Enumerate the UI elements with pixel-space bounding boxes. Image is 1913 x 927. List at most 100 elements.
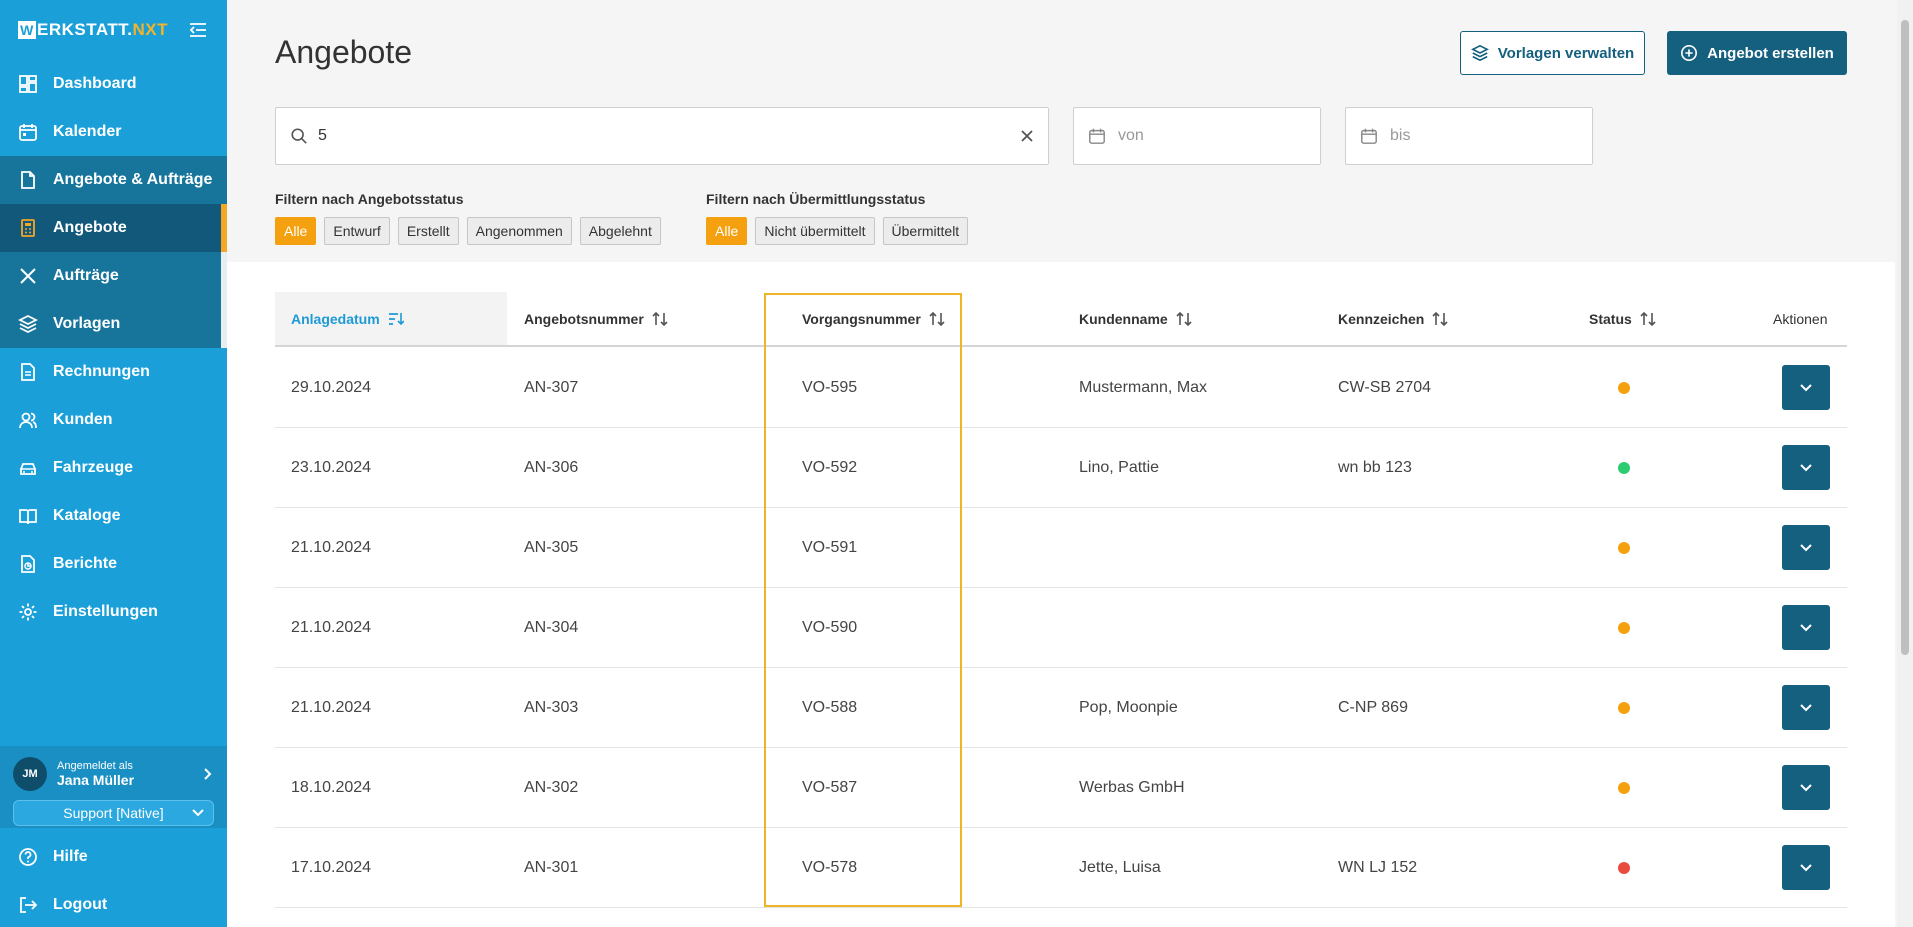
nav-item-fahrzeuge[interactable]: Fahrzeuge: [0, 444, 227, 492]
user-profile[interactable]: JM Angemeldet als Jana Müller: [13, 754, 214, 794]
calendar-icon: [1089, 128, 1105, 144]
report-icon: [21, 555, 35, 573]
manage-templates-label: Vorlagen verwalten: [1497, 44, 1635, 62]
row-actions-button[interactable]: [1782, 685, 1830, 730]
cell-anlagedatum: 21.10.2024: [291, 699, 372, 716]
help-icon: [19, 848, 37, 866]
cell-vorgangsnummer: VO-595: [802, 379, 858, 396]
nav-item-berichte[interactable]: Berichte: [0, 540, 227, 588]
table-row: 21.10.2024 AN-303 VO-588 Pop, Moonpie C-NP 8…: [275, 668, 1847, 748]
chevron-right-icon[interactable]: [202, 767, 214, 781]
date-from-field: [1073, 107, 1321, 165]
sidebar: W ERKSTATT. NXT Dashboard Kalender Angebot…: [0, 0, 227, 927]
row-actions-button[interactable]: [1782, 765, 1830, 810]
search-input[interactable]: [318, 127, 1020, 145]
sort-icon: [929, 311, 945, 326]
nav-label: Fahrzeuge: [53, 459, 134, 476]
column-header-vorgangsnummer[interactable]: Vorgangsnummer: [802, 292, 945, 345]
sort-icon: [1432, 311, 1448, 326]
row-actions-button[interactable]: [1782, 525, 1830, 570]
offer-status-chip-erstellt[interactable]: Erstellt: [397, 217, 459, 245]
column-header-anlagedatum[interactable]: Anlagedatum: [275, 292, 507, 345]
cell-angebotsnummer: AN-304: [524, 619, 579, 636]
users-icon: [19, 412, 37, 429]
cell-anlagedatum: 21.10.2024: [291, 619, 372, 636]
dashboard-icon: [19, 75, 37, 93]
nav-item-vorlagen[interactable]: Vorlagen: [0, 300, 227, 348]
chevron-down-icon: [1800, 463, 1812, 471]
table-row: 17.10.2024 AN-301 VO-578 Jette, Luisa WN LJ …: [275, 828, 1847, 908]
scrollbar-thumb[interactable]: [1901, 20, 1909, 655]
cell-kundenname: Pop, Moonpie: [1079, 699, 1178, 716]
table-row: 18.10.2024 AN-302 VO-587 Werbas GmbH: [275, 748, 1847, 828]
nav-label: Aufträge: [53, 267, 119, 284]
transmission-chip-nicht-uebermittelt[interactable]: Nicht übermittelt: [755, 217, 875, 245]
nav-label: Vorlagen: [53, 315, 121, 332]
create-offer-button[interactable]: Angebot erstellen: [1667, 31, 1847, 75]
cell-kennzeichen: wn bb 123: [1338, 459, 1412, 476]
transmission-filter-label: Filtern nach Übermittlungsstatus: [706, 191, 926, 207]
logout-link[interactable]: Logout: [0, 881, 227, 927]
offer-status-chip-abgelehnt[interactable]: Abgelehnt: [579, 217, 661, 245]
date-to-input[interactable]: [1390, 127, 1570, 145]
row-actions-button[interactable]: [1782, 845, 1830, 890]
nav-item-angebote-auftraege[interactable]: Angebote & Aufträge: [0, 156, 227, 204]
cell-vorgangsnummer: VO-578: [802, 859, 858, 876]
column-label: Vorgangsnummer: [802, 310, 921, 327]
transmission-chip-alle[interactable]: Alle: [706, 217, 748, 245]
cell-vorgangsnummer: VO-591: [802, 539, 858, 556]
search-box: [275, 107, 1049, 165]
cell-kennzeichen: C-NP 869: [1338, 699, 1408, 716]
nav-label: Einstellungen: [53, 603, 158, 620]
offer-status-filter-label: Filtern nach Angebotsstatus: [275, 191, 464, 207]
offer-status-chip-entwurf[interactable]: Entwurf: [324, 217, 390, 245]
transmission-chip-uebermittelt[interactable]: Übermittelt: [882, 217, 969, 245]
status-dot: [1618, 702, 1630, 714]
table-row: 29.10.2024 AN-307 VO-595 Mustermann, Max CW-…: [275, 348, 1847, 428]
app-logo[interactable]: W ERKSTATT. NXT: [18, 20, 168, 40]
collapse-sidebar-icon[interactable]: [187, 19, 209, 41]
sort-icon: [1176, 311, 1192, 326]
nav-item-angebote[interactable]: Angebote: [0, 204, 227, 252]
nav-item-einstellungen[interactable]: Einstellungen: [0, 588, 227, 636]
cell-kundenname: Lino, Pattie: [1079, 459, 1160, 476]
chevron-down-icon: [192, 809, 204, 817]
status-dot: [1618, 622, 1630, 634]
column-header-kundenname[interactable]: Kundenname: [1079, 292, 1192, 345]
date-to-field: [1345, 107, 1593, 165]
document-icon: [21, 171, 35, 189]
brand-bar: W ERKSTATT. NXT: [0, 0, 227, 60]
nav-item-dashboard[interactable]: Dashboard: [0, 60, 227, 108]
column-header-status[interactable]: Status: [1589, 292, 1656, 345]
nav-item-kataloge[interactable]: Kataloge: [0, 492, 227, 540]
tenant-select[interactable]: Support [Native]: [13, 800, 214, 826]
cell-vorgangsnummer: VO-587: [802, 779, 858, 796]
nav-label: Kalender: [53, 123, 122, 140]
nav-item-kalender[interactable]: Kalender: [0, 108, 227, 156]
column-header-kennzeichen[interactable]: Kennzeichen: [1338, 292, 1448, 345]
nav-item-rechnungen[interactable]: Rechnungen: [0, 348, 227, 396]
cell-anlagedatum: 18.10.2024: [291, 779, 372, 796]
help-link[interactable]: Hilfe: [0, 833, 227, 881]
offer-status-chip-alle[interactable]: Alle: [275, 217, 317, 245]
calendar-icon: [19, 124, 37, 141]
offers-table: Anlagedatum Angebotsnummer Vorgangsnumme…: [227, 262, 1895, 927]
manage-templates-button[interactable]: Vorlagen verwalten: [1460, 31, 1645, 75]
date-from-input[interactable]: [1118, 127, 1298, 145]
row-actions-button[interactable]: [1782, 445, 1830, 490]
column-header-angebotsnummer[interactable]: Angebotsnummer: [524, 292, 668, 345]
nav-item-auftraege[interactable]: Aufträge: [0, 252, 227, 300]
cell-kundenname: Mustermann, Max: [1079, 379, 1208, 396]
clear-icon[interactable]: [1020, 129, 1034, 143]
row-actions-button[interactable]: [1782, 365, 1830, 410]
cell-kennzeichen: WN LJ 152: [1338, 859, 1418, 876]
nav-item-kunden[interactable]: Kunden: [0, 396, 227, 444]
cell-anlagedatum: 29.10.2024: [291, 379, 372, 396]
tools-icon: [20, 268, 36, 284]
offer-status-chip-angenommen[interactable]: Angenommen: [466, 217, 572, 245]
page-scrollbar[interactable]: [1897, 0, 1913, 927]
row-actions-button[interactable]: [1782, 605, 1830, 650]
cell-anlagedatum: 17.10.2024: [291, 859, 372, 876]
logged-in-label: Angemeldet als: [57, 760, 133, 772]
chevron-down-icon: [1800, 383, 1812, 391]
